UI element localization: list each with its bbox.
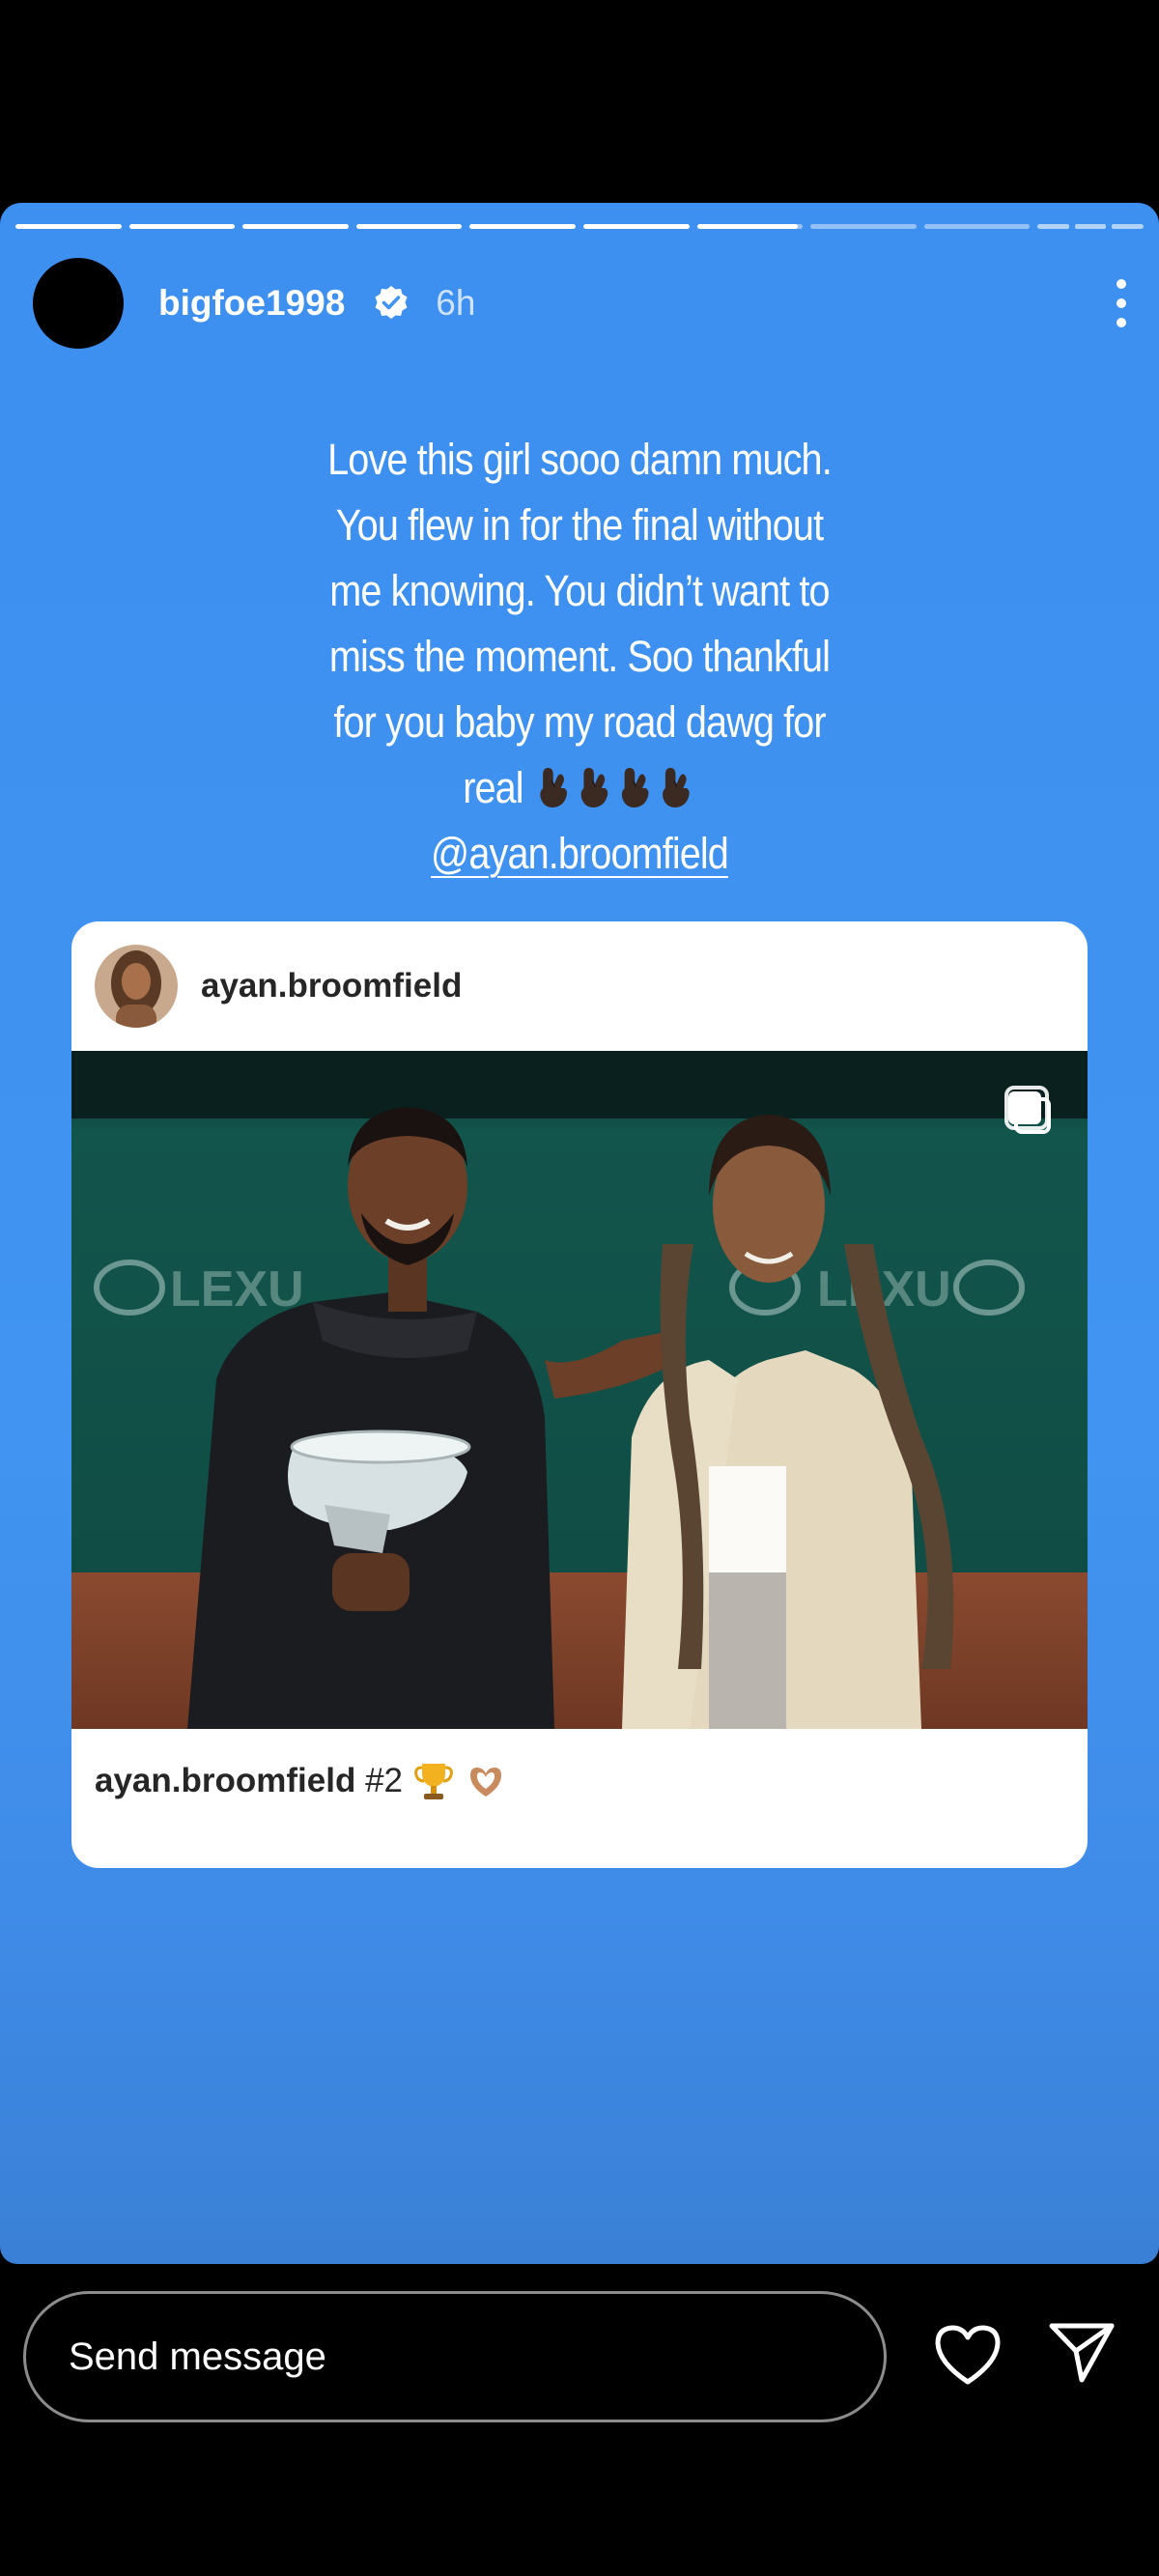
- crossed-fingers-emoji-icon: [580, 768, 608, 807]
- crossed-fingers-emoji-icon: [540, 768, 568, 807]
- crossed-fingers-emoji-icon: [622, 768, 649, 807]
- caption-line: miss the moment. Soo thankful: [328, 632, 831, 681]
- caption-line: You flew in for the final without: [335, 500, 824, 550]
- shared-post-caption-username[interactable]: ayan.broomfield: [95, 1762, 355, 1800]
- progress-segment: [923, 224, 1031, 229]
- shared-post-photo[interactable]: LEXU LEXU: [71, 1051, 1088, 1729]
- caption-line-with-emoji: real: [325, 755, 834, 821]
- shared-post-caption-text: #2: [365, 1762, 403, 1799]
- story-caption: Love this girl sooo damn much. You flew …: [325, 427, 834, 887]
- story-time: 6h: [436, 283, 476, 323]
- progress-segment: [469, 224, 576, 229]
- reply-bar: Send message: [0, 2264, 1159, 2576]
- caption-line: Love this girl sooo damn much.: [327, 435, 833, 484]
- heart-icon[interactable]: [933, 2324, 1003, 2386]
- send-icon[interactable]: [1047, 2320, 1117, 2386]
- multiple-images-icon: [1008, 1091, 1051, 1134]
- crossed-fingers-emoji-icon: [663, 768, 690, 807]
- progress-segment-current: [696, 224, 804, 229]
- caption-line: me knowing. You didn’t want to: [329, 566, 830, 615]
- shared-post-username[interactable]: ayan.broomfield: [201, 967, 462, 1005]
- shared-post-card[interactable]: ayan.broomfield LEXU LEXU ayan.broomfiel…: [71, 921, 1088, 1868]
- story-username[interactable]: bigfoe1998: [158, 283, 345, 324]
- send-message-input[interactable]: Send message: [23, 2291, 887, 2422]
- progress-segment: [128, 224, 236, 229]
- shared-post-caption: ayan.broomfield #2: [95, 1760, 507, 1802]
- progress-segment-dashed: [1037, 224, 1144, 229]
- trophy-emoji-icon: [414, 1764, 453, 1799]
- caption-mention-link[interactable]: @ayan.broomfield: [325, 821, 834, 887]
- more-options-icon[interactable]: [1115, 279, 1128, 327]
- caption-line: real: [463, 763, 523, 812]
- shared-post-avatar[interactable]: [95, 945, 178, 1028]
- verified-badge-icon: [375, 286, 408, 319]
- progress-segment: [15, 224, 122, 229]
- caption-line: for you baby my road dawg for: [333, 697, 826, 747]
- progress-segment: [582, 224, 690, 229]
- story-progress-bar: [15, 224, 1144, 229]
- shared-post-header: ayan.broomfield: [71, 921, 1088, 1051]
- progress-segment: [242, 224, 349, 229]
- progress-segment: [810, 224, 917, 229]
- story-container[interactable]: bigfoe1998 6h Love this girl sooo damn m…: [0, 203, 1159, 2264]
- heart-hands-emoji-icon: [470, 1768, 501, 1797]
- svg-text:LEXU: LEXU: [170, 1261, 304, 1317]
- progress-segment: [355, 224, 463, 229]
- avatar[interactable]: [33, 258, 124, 349]
- story-header: bigfoe1998 6h: [33, 257, 1126, 350]
